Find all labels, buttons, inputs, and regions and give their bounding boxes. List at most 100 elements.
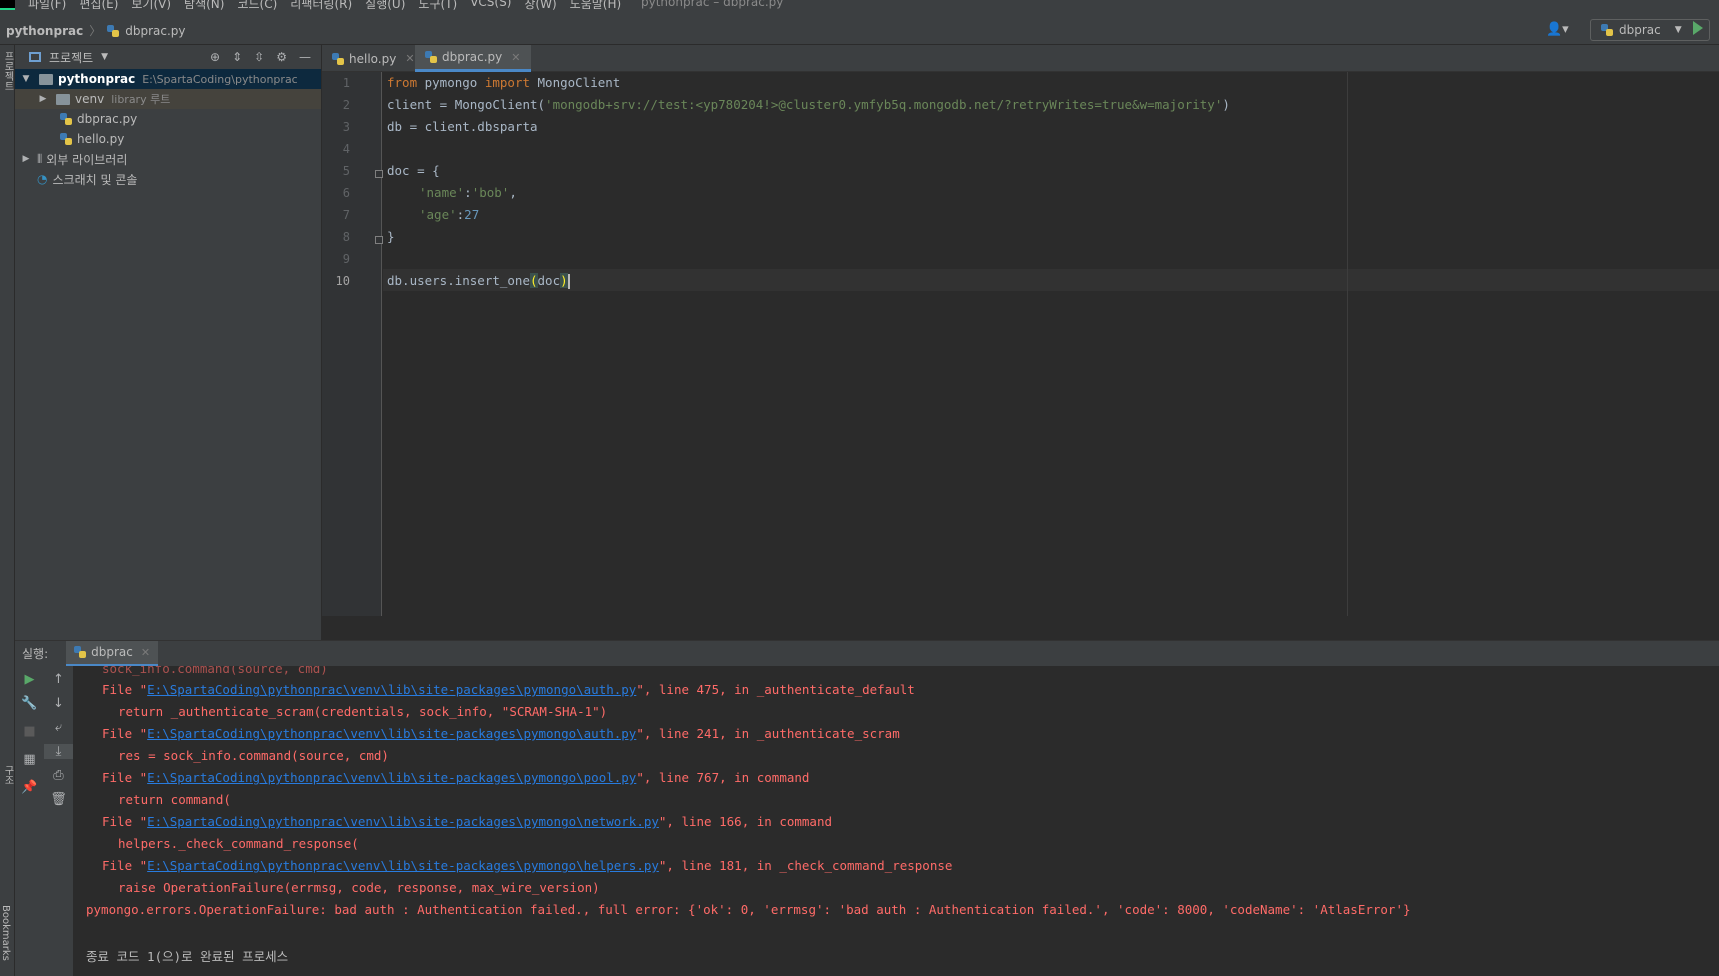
expand-all-icon[interactable]: ⇕ bbox=[232, 50, 242, 64]
code-line: db.users.insert_one(doc) bbox=[387, 273, 570, 289]
code-string: 'bob' bbox=[471, 185, 510, 200]
code-keyword: import bbox=[484, 75, 530, 90]
console-line: File "E:\SpartaCoding\pythonprac\venv\li… bbox=[102, 814, 832, 829]
soft-wrap-icon[interactable]: ⤶ bbox=[44, 720, 73, 735]
code-text: doc bbox=[537, 273, 561, 288]
menu-refactor[interactable]: 리팩터링(R) bbox=[290, 0, 352, 12]
console-text: ", line 241, in _authenticate_scram bbox=[636, 726, 900, 741]
run-icon[interactable] bbox=[1693, 21, 1703, 35]
chevron-right-icon[interactable]: ▶ bbox=[36, 94, 50, 104]
locate-icon[interactable]: ⊕ bbox=[210, 50, 220, 64]
tab-dbprac-py[interactable]: dbprac.py ✕ bbox=[415, 45, 531, 72]
line-number: 1 bbox=[342, 76, 350, 90]
console-text: File " bbox=[102, 858, 148, 873]
console-text: File " bbox=[102, 814, 148, 829]
layout-icon[interactable]: ▦ bbox=[15, 752, 44, 767]
run-label: 실행: bbox=[22, 647, 49, 661]
python-file-icon bbox=[60, 113, 72, 125]
menu-window[interactable]: 창(W) bbox=[524, 0, 556, 12]
tab-hello-py[interactable]: hello.py ✕ bbox=[322, 45, 425, 72]
traceback-link[interactable]: E:\SpartaCoding\pythonprac\venv\lib\site… bbox=[147, 682, 636, 697]
console-text: ", line 475, in _authenticate_default bbox=[636, 682, 915, 697]
project-panel-title[interactable]: 프로젝트 bbox=[49, 49, 93, 66]
line-number: 9 bbox=[342, 252, 350, 266]
menu-vcs[interactable]: VCS(S) bbox=[470, 0, 511, 12]
tree-item-hello[interactable]: hello.py bbox=[15, 129, 321, 149]
tree-item-venv[interactable]: ▶ venv library 루트 bbox=[15, 89, 321, 109]
navigation-bar: pythonprac 〉 dbprac.py 👤▾ dbprac ▼ bbox=[0, 15, 1719, 45]
code-text: , bbox=[509, 185, 517, 200]
tree-item-label: dbprac.py bbox=[77, 112, 138, 126]
code-keyword: from bbox=[387, 75, 418, 90]
menu-navigate[interactable]: 탐색(N) bbox=[184, 0, 224, 12]
tree-item-label: venv bbox=[75, 92, 105, 106]
close-icon[interactable]: ✕ bbox=[405, 52, 414, 65]
traceback-link[interactable]: E:\SpartaCoding\pythonprac\venv\lib\site… bbox=[147, 770, 636, 785]
run-configuration-select[interactable]: dbprac ▼ bbox=[1590, 19, 1710, 41]
console-line: return _authenticate_scram(credentials, … bbox=[118, 704, 608, 719]
tree-item-label: 외부 라이브러리 bbox=[46, 152, 128, 167]
code-editor[interactable]: 1 2 3 4 5 6 7 8 9 10 from pymongo import… bbox=[322, 72, 1719, 616]
menu-code[interactable]: 코드(C) bbox=[237, 0, 277, 12]
menu-file[interactable]: 파일(F) bbox=[28, 0, 66, 12]
menu-view[interactable]: 보기(V) bbox=[131, 0, 171, 12]
console-line: helpers._check_command_response( bbox=[118, 836, 359, 851]
tree-item-label: 스크래치 및 콘솔 bbox=[52, 172, 138, 187]
stop-icon[interactable]: ■ bbox=[15, 724, 44, 739]
close-icon[interactable]: ✕ bbox=[511, 51, 520, 64]
python-file-icon bbox=[332, 52, 344, 65]
traceback-link[interactable]: E:\SpartaCoding\pythonprac\venv\lib\site… bbox=[147, 858, 659, 873]
tree-item-pythonprac[interactable]: ▼ pythonprac E:\SpartaCoding\pythonprac bbox=[15, 69, 321, 89]
trash-icon[interactable]: 🗑 bbox=[44, 792, 73, 807]
arrow-down-icon[interactable]: ↓ bbox=[44, 696, 73, 711]
hide-icon[interactable]: — bbox=[299, 50, 311, 64]
tree-item-external-libraries[interactable]: ▶ ⦀ 외부 라이브러리 bbox=[15, 149, 321, 169]
code-text: ) bbox=[1222, 97, 1230, 112]
console-line: File "E:\SpartaCoding\pythonprac\venv\li… bbox=[102, 858, 952, 873]
menu-edit[interactable]: 편집(E) bbox=[79, 0, 118, 12]
gear-icon[interactable]: ⚙ bbox=[276, 50, 287, 64]
tree-item-hint: library 루트 bbox=[111, 93, 171, 106]
fold-marker-icon[interactable] bbox=[375, 236, 383, 244]
python-file-icon bbox=[425, 51, 437, 63]
pin-icon[interactable]: 📌 bbox=[15, 780, 44, 795]
breadcrumb-project[interactable]: pythonprac bbox=[6, 24, 83, 38]
user-account-icon[interactable]: 👤▾ bbox=[1546, 22, 1569, 37]
line-number: 5 bbox=[342, 164, 350, 178]
menu-tools[interactable]: 도구(T) bbox=[418, 0, 457, 12]
menu-run[interactable]: 실행(U) bbox=[365, 0, 405, 12]
line-number: 8 bbox=[342, 230, 350, 244]
project-tool-button[interactable]: 프로젝트 bbox=[0, 51, 15, 91]
chevron-right-icon: 〉 bbox=[89, 24, 102, 38]
arrow-up-icon[interactable]: ↑ bbox=[44, 672, 73, 687]
run-tab-dbprac[interactable]: dbprac ✕ bbox=[66, 640, 159, 667]
code-line: db = client.dbsparta bbox=[387, 119, 538, 134]
traceback-link[interactable]: E:\SpartaCoding\pythonprac\venv\lib\site… bbox=[147, 726, 636, 741]
console-line: File "E:\SpartaCoding\pythonprac\venv\li… bbox=[102, 726, 900, 741]
tree-item-dbprac[interactable]: dbprac.py bbox=[15, 109, 321, 129]
rerun-icon[interactable]: ▶ bbox=[15, 672, 44, 687]
tree-item-scratches[interactable]: ◔ 스크래치 및 콘솔 bbox=[15, 169, 321, 189]
scroll-to-end-icon[interactable]: ⤓ bbox=[44, 744, 73, 759]
breadcrumb-file[interactable]: dbprac.py bbox=[125, 24, 185, 38]
traceback-link[interactable]: E:\SpartaCoding\pythonprac\venv\lib\site… bbox=[147, 814, 659, 829]
fold-marker-icon[interactable] bbox=[375, 170, 383, 178]
wrench-icon[interactable]: 🔧 bbox=[15, 696, 44, 711]
bookmarks-tool-button[interactable]: Bookmarks bbox=[0, 905, 11, 961]
chevron-down-icon[interactable]: ▼ bbox=[19, 74, 33, 84]
text-caret bbox=[567, 274, 570, 289]
tree-item-label: hello.py bbox=[77, 132, 125, 146]
menu-help[interactable]: 도움말(H) bbox=[570, 0, 622, 12]
structure-tool-button[interactable]: 구조 bbox=[0, 765, 15, 785]
print-icon[interactable]: ⎙ bbox=[44, 768, 73, 783]
chevron-down-icon[interactable]: ▼ bbox=[101, 52, 108, 62]
run-configuration-label: dbprac bbox=[1619, 23, 1661, 37]
matched-bracket: ( bbox=[530, 273, 538, 288]
run-tool-window-header: 실행: dbprac ✕ bbox=[15, 640, 1719, 667]
collapse-all-icon[interactable]: ⇳ bbox=[254, 50, 264, 64]
python-file-icon bbox=[60, 133, 72, 145]
folder-icon bbox=[56, 93, 70, 105]
chevron-right-icon[interactable]: ▶ bbox=[19, 154, 33, 164]
close-icon[interactable]: ✕ bbox=[141, 646, 150, 659]
run-console[interactable]: sock_info.command(source, cmd) File "E:\… bbox=[74, 666, 1719, 976]
